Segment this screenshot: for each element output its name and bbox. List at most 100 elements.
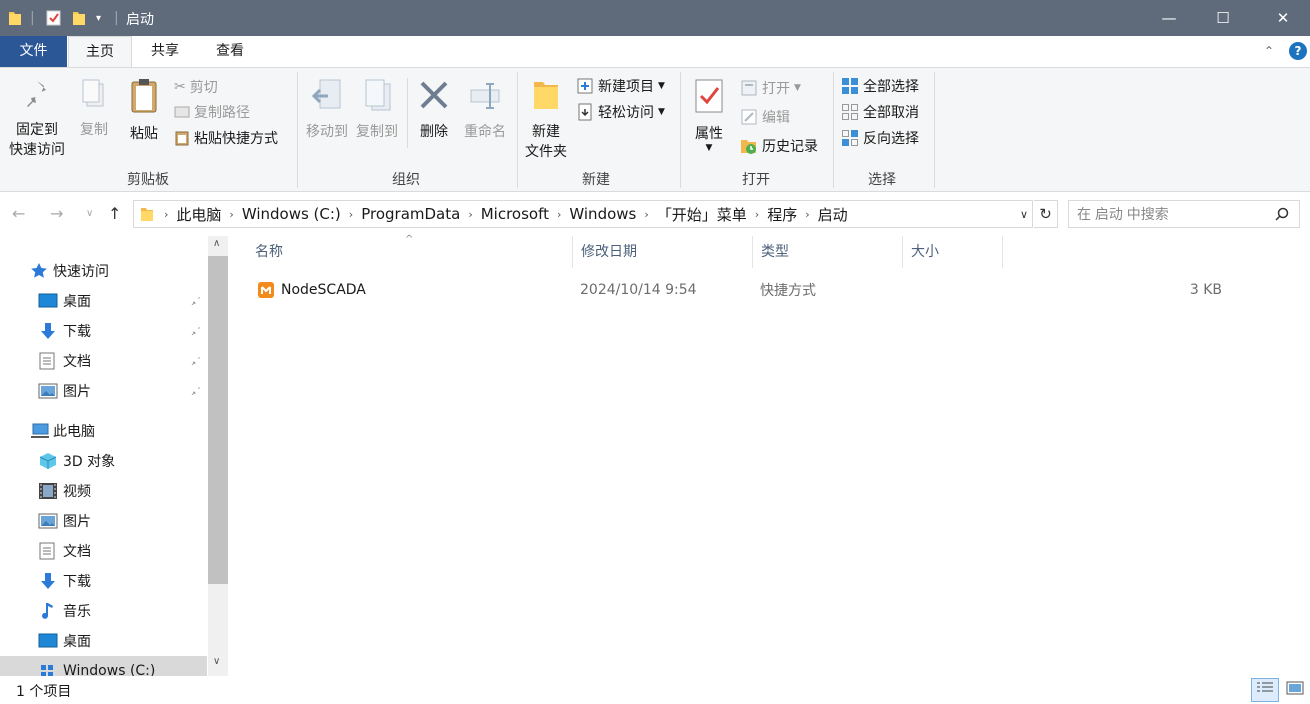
edit-button[interactable]: 编辑 [740,106,790,128]
column-header-modified[interactable]: 修改日期 [573,236,753,268]
file-row[interactable]: NodeSCADA 2024/10/14 9:54 快捷方式 3 KB [247,278,1232,302]
easy-access-button[interactable]: 轻松访问 ▼ [576,101,665,123]
properties-button[interactable]: 属性 ▼ [688,78,730,153]
delete-button[interactable]: 删除 [413,78,455,142]
copy-button[interactable]: 复制 [74,78,114,140]
new-folder-icon [521,78,571,118]
scroll-down-icon[interactable]: ∨ [213,656,220,667]
group-label-new: 新建 [582,172,610,188]
minimize-button[interactable]: — [1142,0,1196,36]
nav-downloads-pinned[interactable]: 下载 [0,316,207,346]
cube-3d-icon [38,452,58,470]
nav-music[interactable]: 音乐 [0,596,207,626]
search-input[interactable] [1069,201,1269,227]
copy-icon [74,78,114,116]
invert-selection-button[interactable]: 反向选择 [841,127,919,149]
pin-to-quick-access-button[interactable]: 固定到 快速访问 [4,78,70,160]
collapse-ribbon-icon[interactable]: ⌃ [1264,44,1274,58]
select-all-button[interactable]: 全部选择 [841,75,919,97]
address-dropdown-chevron-icon[interactable]: ∨ [1020,208,1028,221]
column-header-type[interactable]: 类型 [753,236,903,268]
open-button[interactable]: 打开 ▼ [740,77,801,99]
maximize-button[interactable]: ☐ [1196,0,1250,36]
select-none-button[interactable]: 全部取消 [841,101,919,123]
move-to-button[interactable]: 移动到 [302,78,352,142]
rename-button[interactable]: 重命名 [459,78,511,142]
details-view-button[interactable] [1251,678,1279,702]
refresh-icon: ↻ [1039,205,1052,223]
close-button[interactable]: ✕ [1256,0,1310,36]
breadcrumb-programdata[interactable]: ProgramData [361,205,460,223]
scissors-icon: ✂ [174,79,186,95]
nav-videos[interactable]: 视频 [0,476,207,506]
new-folder-quick-icon[interactable] [72,8,86,28]
pinned-icon [190,353,202,369]
copy-path-button[interactable]: 复制路径 [174,101,250,123]
breadcrumb-windows-c[interactable]: Windows (C:) [242,205,341,223]
status-bar: 1 个项目 [0,676,1310,704]
nav-documents-pinned[interactable]: 文档 [0,346,207,376]
ribbon-tabs: 文件 主页 共享 查看 ⌃ ? [0,36,1310,69]
new-folder-button[interactable]: 新建 文件夹 [521,78,571,162]
breadcrumb-start-menu[interactable]: 「开始」菜单 [657,204,747,225]
address-bar[interactable]: › 此电脑 › Windows (C:) › ProgramData › Mic… [133,200,1033,228]
nav-documents[interactable]: 文档 [0,536,207,566]
forward-arrow-icon[interactable]: → [50,204,63,223]
nav-pictures-pinned[interactable]: 图片 [0,376,207,406]
pinned-icon [190,293,202,309]
copy-path-icon [174,105,190,119]
search-box[interactable] [1068,200,1300,228]
column-header-name[interactable]: 名称 [247,236,573,268]
nav-desktop[interactable]: 桌面 [0,626,207,656]
download-icon [39,322,57,340]
tab-home[interactable]: 主页 [68,36,132,69]
properties-quick-icon[interactable] [46,8,62,28]
paste-button[interactable]: 粘贴 [124,78,164,144]
copy-to-button[interactable]: 复制到 [352,78,402,142]
recent-locations-chevron-icon[interactable]: ∨ [86,208,93,219]
breadcrumb-programs[interactable]: 程序 [767,204,797,225]
picture-icon [38,383,58,399]
pinned-icon [190,323,202,339]
tab-view[interactable]: 查看 [198,36,262,68]
history-button[interactable]: 历史记录 [740,135,818,157]
windows-drive-icon [38,663,56,676]
invert-selection-icon [841,129,859,147]
nav-downloads[interactable]: 下载 [0,566,207,596]
cut-button[interactable]: ✂ 剪切 [174,76,218,98]
file-list: ^ 名称 修改日期 类型 大小 NodeSCADA 2024/10/14 9:5… [229,234,1310,676]
nav-windows-c-drive[interactable]: Windows (C:) [0,656,207,676]
new-item-button[interactable]: 新建项目 ▼ [576,75,665,97]
nav-desktop-pinned[interactable]: 桌面 [0,286,207,316]
scroll-up-icon[interactable]: ∧ [213,238,220,249]
shortcut-app-icon [257,281,275,303]
large-icons-view-button[interactable] [1281,678,1309,702]
nav-this-pc[interactable]: 此电脑 [0,416,207,446]
download-icon [39,572,57,590]
group-label-select: 选择 [868,172,896,188]
nav-scrollbar[interactable]: ∧ ∨ [208,236,228,676]
star-icon [30,262,48,280]
up-arrow-icon[interactable]: ↑ [108,204,121,223]
window-title: 启动 [126,12,154,28]
breadcrumb-this-pc[interactable]: 此电脑 [176,204,221,225]
column-header-size[interactable]: 大小 [903,236,1003,268]
open-icon [740,79,758,97]
help-icon[interactable]: ? [1289,42,1307,60]
customize-quick-access-icon[interactable]: ▾ [96,8,101,28]
nav-3d-objects[interactable]: 3D 对象 [0,446,207,476]
back-arrow-icon[interactable]: ← [12,204,25,223]
nav-pictures[interactable]: 图片 [0,506,207,536]
breadcrumb-microsoft[interactable]: Microsoft [481,205,549,223]
history-icon [740,137,758,155]
search-icon [1275,207,1289,225]
breadcrumb-windows[interactable]: Windows [569,205,636,223]
paste-shortcut-button[interactable]: 粘贴快捷方式 [174,127,278,149]
nav-quick-access[interactable]: 快速访问 [0,256,207,286]
breadcrumb-startup[interactable]: 启动 [818,204,848,225]
tab-file[interactable]: 文件 [0,36,67,68]
nav-scrollbar-thumb[interactable] [208,256,228,584]
chevron-down-icon: ▼ [658,81,665,91]
tab-share[interactable]: 共享 [134,36,196,68]
refresh-button[interactable]: ↻ [1034,200,1058,228]
